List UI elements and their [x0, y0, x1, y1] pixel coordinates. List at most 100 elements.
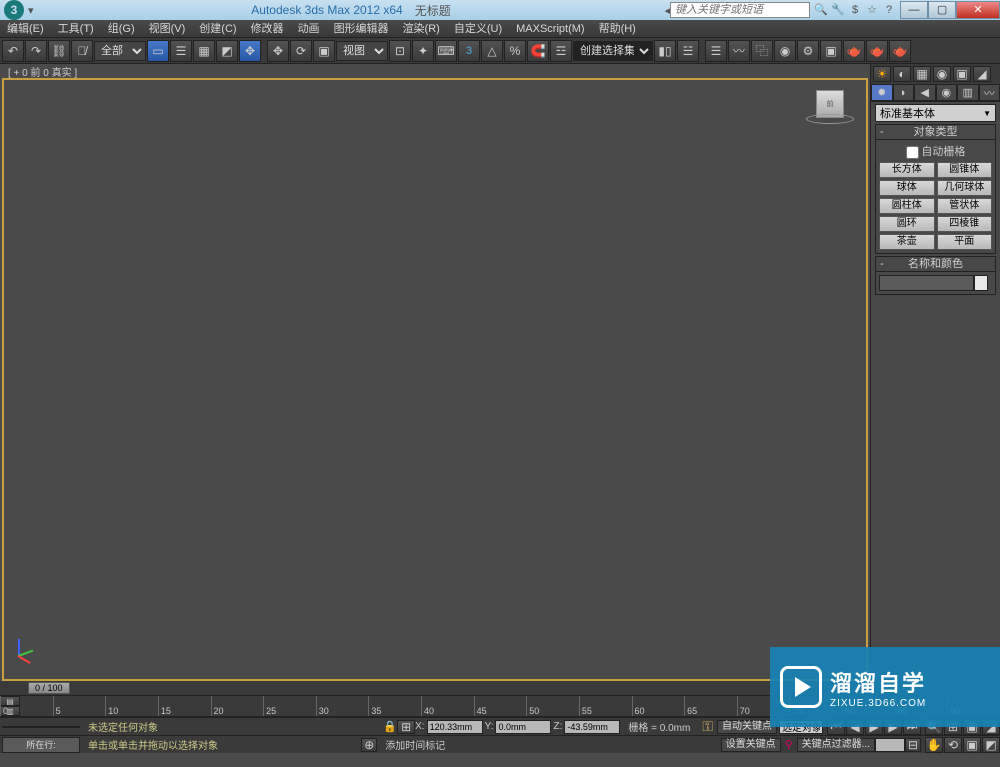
- snap-toggle-button[interactable]: 3: [458, 40, 480, 62]
- menu-help[interactable]: 帮助(H): [592, 20, 643, 38]
- key-glyph-icon[interactable]: ⚿: [702, 718, 713, 735]
- select-region-button[interactable]: ▦: [193, 40, 215, 62]
- minimize-button[interactable]: —: [900, 1, 928, 19]
- align-button[interactable]: ☱: [677, 40, 699, 62]
- redo-button[interactable]: ↷: [25, 40, 47, 62]
- viewport-config-icon[interactable]: ▣: [953, 66, 971, 82]
- render-production-button[interactable]: 🫖: [843, 40, 865, 62]
- rollout-name-color[interactable]: - 名称和颜色: [875, 256, 996, 272]
- curve-editor-button[interactable]: 〰: [728, 40, 750, 62]
- tab-create[interactable]: ✹: [871, 84, 893, 101]
- select-by-name-button[interactable]: ☰: [170, 40, 192, 62]
- tab-utilities[interactable]: 〰: [979, 84, 1000, 101]
- edit-named-sel-button[interactable]: ☲: [550, 40, 572, 62]
- menu-customize[interactable]: 自定义(U): [447, 20, 509, 38]
- time-slider[interactable]: 0 / 100: [28, 682, 70, 694]
- time-tag-button[interactable]: ⊕: [361, 738, 377, 752]
- obj-plane-button[interactable]: 平面: [937, 234, 993, 250]
- scale-button[interactable]: ▣: [313, 40, 335, 62]
- obj-geosphere-button[interactable]: 几何球体: [937, 180, 993, 196]
- obj-teapot-button[interactable]: 茶壶: [879, 234, 935, 250]
- category-dropdown[interactable]: 标准基本体 ▼: [875, 104, 996, 122]
- render-iterative-button[interactable]: 🫖: [866, 40, 888, 62]
- x-input[interactable]: [427, 720, 483, 734]
- selection-filter-dropdown[interactable]: 全部: [94, 41, 146, 61]
- viewport-shading-icon[interactable]: ◐: [893, 66, 911, 82]
- obj-torus-button[interactable]: 圆环: [879, 216, 935, 232]
- transform-type-button[interactable]: ⊞: [397, 720, 415, 734]
- obj-cylinder-button[interactable]: 圆柱体: [879, 198, 935, 214]
- light-icon[interactable]: ☀: [873, 66, 891, 82]
- obj-cone-button[interactable]: 圆锥体: [937, 162, 993, 178]
- autogrid-input[interactable]: [906, 146, 919, 159]
- menu-animation[interactable]: 动画: [291, 20, 327, 38]
- maximize-button[interactable]: ▢: [928, 1, 956, 19]
- autogrid-checkbox[interactable]: 自动栅格: [879, 143, 992, 159]
- tab-hierarchy[interactable]: ◀: [914, 84, 936, 101]
- select-manipulate-button[interactable]: ✦: [412, 40, 434, 62]
- key-red-icon[interactable]: ⚲: [785, 738, 793, 751]
- obj-sphere-button[interactable]: 球体: [879, 180, 935, 196]
- rotate-button[interactable]: ⟳: [290, 40, 312, 62]
- gamma-icon[interactable]: ◢: [973, 66, 991, 82]
- menu-views[interactable]: 视图(V): [142, 20, 193, 38]
- orbit-button[interactable]: ⟲: [944, 737, 962, 753]
- time-config-button[interactable]: ⊟: [905, 738, 921, 752]
- viewport-bg-icon[interactable]: ▦: [913, 66, 931, 82]
- add-time-tag[interactable]: 添加时间标记: [385, 737, 445, 752]
- star-icon[interactable]: ☆: [865, 3, 879, 17]
- autokey-button[interactable]: 自动关键点: [717, 720, 777, 734]
- undo-button[interactable]: ↶: [2, 40, 24, 62]
- move-button[interactable]: ✥: [267, 40, 289, 62]
- viewport-label[interactable]: [ + 0 前 0 真实 ]: [0, 64, 870, 78]
- viewport[interactable]: 前: [2, 78, 868, 681]
- menu-create[interactable]: 创建(C): [192, 20, 243, 38]
- object-name-input[interactable]: [879, 275, 974, 291]
- app-icon[interactable]: 3: [4, 0, 24, 20]
- obj-tube-button[interactable]: 管状体: [937, 198, 993, 214]
- material-editor-button[interactable]: ◉: [774, 40, 796, 62]
- ref-coord-dropdown[interactable]: 视图: [336, 41, 388, 61]
- spinner-snap-button[interactable]: 🧲: [527, 40, 549, 62]
- menu-modifiers[interactable]: 修改器: [244, 20, 291, 38]
- help-icon[interactable]: ?: [882, 3, 896, 17]
- menu-rendering[interactable]: 渲染(R): [396, 20, 447, 38]
- percent-snap-button[interactable]: %: [504, 40, 526, 62]
- angle-snap-button[interactable]: △: [481, 40, 503, 62]
- link-button[interactable]: ⛓: [48, 40, 70, 62]
- z-input[interactable]: [564, 720, 620, 734]
- safe-frame-icon[interactable]: ◉: [933, 66, 951, 82]
- obj-box-button[interactable]: 长方体: [879, 162, 935, 178]
- min-max-button[interactable]: ◩: [982, 737, 1000, 753]
- menu-grapheditors[interactable]: 图形编辑器: [327, 20, 396, 38]
- y-input[interactable]: [495, 720, 551, 734]
- tab-modify[interactable]: ◗: [893, 84, 915, 101]
- close-button[interactable]: ✕: [956, 1, 1000, 19]
- schematic-view-button[interactable]: ⿻: [751, 40, 773, 62]
- menu-edit[interactable]: 编辑(E): [0, 20, 51, 38]
- search-input[interactable]: [670, 2, 810, 18]
- select-object-button[interactable]: ▭: [147, 40, 169, 62]
- rollout-object-type[interactable]: - 对象类型: [875, 124, 996, 140]
- render-setup-button[interactable]: ⚙: [797, 40, 819, 62]
- window-crossing-button[interactable]: ◩: [216, 40, 238, 62]
- render-button[interactable]: 🫖: [889, 40, 911, 62]
- current-frame-input[interactable]: [875, 738, 905, 752]
- menu-group[interactable]: 组(G): [101, 20, 142, 38]
- lock-icon[interactable]: 🔒: [383, 720, 397, 733]
- tab-motion[interactable]: ◉: [936, 84, 958, 101]
- tab-display[interactable]: ▥: [957, 84, 979, 101]
- object-color-swatch[interactable]: [974, 275, 988, 291]
- layers-button[interactable]: ☰: [705, 40, 727, 62]
- mirror-button[interactable]: ▮▯: [654, 40, 676, 62]
- maximize-viewport-button[interactable]: ▣: [963, 737, 981, 753]
- setkey-button[interactable]: 设置关键点: [721, 738, 781, 752]
- named-selection-dropdown[interactable]: 创建选择集: [573, 41, 653, 61]
- keyfilter-button[interactable]: 关键点过滤器...: [797, 738, 875, 752]
- unlink-button[interactable]: ⛓̸: [71, 40, 93, 62]
- obj-pyramid-button[interactable]: 四棱锥: [937, 216, 993, 232]
- rendered-frame-button[interactable]: ▣: [820, 40, 842, 62]
- keyboard-shortcut-button[interactable]: ⌨: [435, 40, 457, 62]
- binoculars-icon[interactable]: 🔍: [814, 3, 828, 17]
- usd-icon[interactable]: $: [848, 3, 862, 17]
